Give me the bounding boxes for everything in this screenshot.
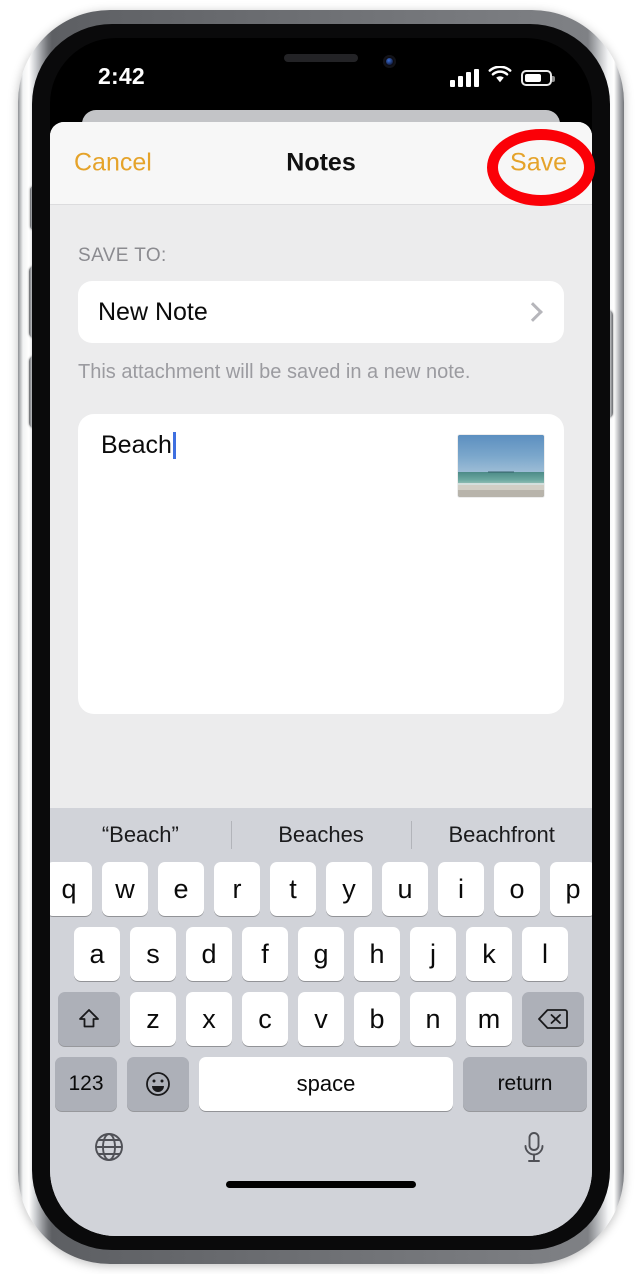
key-j[interactable]: j	[410, 927, 456, 981]
text-caret	[172, 432, 176, 459]
beach-photo-thumbnail[interactable]	[458, 435, 544, 497]
key-f[interactable]: f	[242, 927, 288, 981]
keyboard-row-4: 123 space return	[50, 1057, 592, 1111]
key-h[interactable]: h	[354, 927, 400, 981]
space-key[interactable]: space	[199, 1057, 453, 1111]
cancel-button[interactable]: Cancel	[74, 149, 152, 178]
key-b[interactable]: b	[354, 992, 400, 1046]
key-s[interactable]: s	[130, 927, 176, 981]
phone-screen: 2:42 Cancel Notes Save SAVE TO: New Note…	[50, 38, 592, 1236]
suggestion-0[interactable]: “Beach”	[50, 822, 231, 848]
key-c[interactable]: c	[242, 992, 288, 1046]
note-editor[interactable]: Beach	[78, 414, 564, 714]
shift-icon[interactable]	[58, 992, 120, 1046]
key-o[interactable]: o	[494, 862, 540, 916]
microphone-icon[interactable]	[520, 1130, 548, 1171]
keyboard-row-1: q w e r t y u i o p	[50, 862, 592, 916]
key-m[interactable]: m	[466, 992, 512, 1046]
return-key[interactable]: return	[463, 1057, 587, 1111]
key-p[interactable]: p	[550, 862, 592, 916]
form-body: SAVE TO: New Note This attachment will b…	[50, 245, 592, 714]
key-w[interactable]: w	[102, 862, 148, 916]
key-l[interactable]: l	[522, 927, 568, 981]
key-g[interactable]: g	[298, 927, 344, 981]
home-indicator[interactable]	[226, 1181, 416, 1188]
key-q[interactable]: q	[50, 862, 92, 916]
key-n[interactable]: n	[410, 992, 456, 1046]
share-sheet: Cancel Notes Save SAVE TO: New Note This…	[50, 122, 592, 1236]
front-camera-icon	[383, 55, 396, 68]
emoji-smiley-icon[interactable]	[127, 1057, 189, 1111]
suggestion-1[interactable]: Beaches	[231, 822, 412, 848]
key-t[interactable]: t	[270, 862, 316, 916]
page-title: Notes	[286, 148, 356, 177]
screenshot-stage: 2:42 Cancel Notes Save SAVE TO: New Note…	[0, 0, 642, 1274]
keyboard-bottom-row	[50, 1122, 592, 1204]
battery-icon	[521, 69, 555, 86]
globe-icon[interactable]	[92, 1130, 126, 1169]
keyboard-row-3: z x c v b n m	[50, 992, 592, 1046]
key-z[interactable]: z	[130, 992, 176, 1046]
destination-selector-row[interactable]: New Note	[78, 281, 564, 343]
backspace-icon[interactable]	[522, 992, 584, 1046]
key-y[interactable]: y	[326, 862, 372, 916]
status-icons	[450, 65, 555, 89]
suggestion-2[interactable]: Beachfront	[411, 822, 592, 848]
note-text-container: Beach	[101, 431, 176, 460]
key-x[interactable]: x	[186, 992, 232, 1046]
key-i[interactable]: i	[438, 862, 484, 916]
chevron-right-icon	[523, 302, 543, 322]
navigation-bar: Cancel Notes Save	[50, 122, 592, 205]
earpiece-speaker-icon	[284, 54, 358, 62]
destination-value: New Note	[98, 297, 208, 326]
status-time: 2:42	[98, 63, 145, 89]
key-v[interactable]: v	[298, 992, 344, 1046]
key-d[interactable]: d	[186, 927, 232, 981]
destination-hint: This attachment will be saved in a new n…	[78, 361, 471, 383]
key-k[interactable]: k	[466, 927, 512, 981]
key-e[interactable]: e	[158, 862, 204, 916]
wifi-icon	[488, 65, 512, 89]
cellular-signal-icon	[450, 68, 479, 87]
numbers-key[interactable]: 123	[55, 1057, 117, 1111]
keyboard: “Beach” Beaches Beachfront q w e r t y u…	[50, 808, 592, 1236]
note-text: Beach	[101, 431, 172, 459]
save-button[interactable]: Save	[510, 149, 567, 178]
suggestion-bar: “Beach” Beaches Beachfront	[50, 808, 592, 862]
key-a[interactable]: a	[74, 927, 120, 981]
key-u[interactable]: u	[382, 862, 428, 916]
keyboard-row-2: a s d f g h j k l	[50, 927, 592, 981]
save-to-label: SAVE TO:	[78, 245, 167, 266]
key-r[interactable]: r	[214, 862, 260, 916]
